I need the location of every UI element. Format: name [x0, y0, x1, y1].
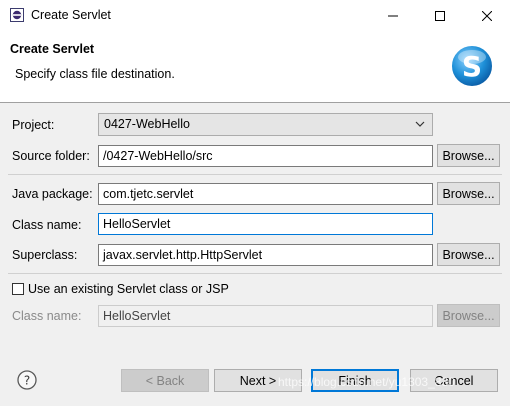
minimize-button[interactable] — [370, 0, 416, 31]
project-select[interactable]: 0427-WebHello — [98, 113, 433, 136]
superclass-field[interactable]: javax.servlet.http.HttpServlet — [98, 244, 433, 266]
java-package-field[interactable]: com.tjetc.servlet — [98, 183, 433, 205]
svg-text:?: ? — [24, 374, 30, 388]
watermark-text: https://blog.csdn.net/yu1303_830 — [278, 375, 455, 389]
class-name-field[interactable]: HelloServlet — [98, 213, 433, 235]
wizard-header: Create Servlet Specify class file destin… — [0, 31, 510, 103]
use-existing-label[interactable]: Use an existing Servlet class or JSP — [28, 282, 229, 296]
maximize-button[interactable] — [417, 0, 463, 31]
existing-class-browse-button: Browse... — [437, 304, 500, 327]
java-package-label: Java package: — [12, 187, 93, 201]
project-label: Project: — [12, 118, 55, 132]
wizard-description: Specify class file destination. — [15, 67, 175, 81]
project-selected-value: 0427-WebHello — [104, 117, 190, 131]
source-folder-label: Source folder: — [12, 149, 90, 163]
close-icon — [482, 10, 492, 21]
minimize-icon — [388, 15, 398, 16]
java-package-browse-button[interactable]: Browse... — [437, 182, 500, 205]
wizard-title: Create Servlet — [10, 42, 95, 56]
chevron-down-icon — [415, 121, 425, 127]
logo-letter: S — [462, 50, 482, 83]
section-divider — [8, 174, 502, 175]
help-button[interactable]: ? — [17, 370, 37, 390]
superclass-label: Superclass: — [12, 248, 78, 262]
superclass-browse-button[interactable]: Browse... — [437, 243, 500, 266]
source-folder-browse-button[interactable]: Browse... — [437, 144, 500, 167]
existing-class-name-field: HelloServlet — [98, 305, 433, 327]
back-button: < Back — [121, 369, 209, 392]
source-folder-field[interactable]: /0427-WebHello/src — [98, 145, 433, 167]
class-name-label: Class name: — [12, 218, 82, 232]
use-existing-checkbox[interactable] — [12, 283, 24, 295]
window-title: Create Servlet — [31, 8, 111, 22]
section-divider — [8, 273, 502, 274]
maximize-icon — [435, 10, 445, 21]
servlet-logo-icon: S — [450, 44, 494, 88]
existing-class-name-label: Class name: — [12, 309, 82, 323]
eclipse-app-icon — [10, 8, 24, 22]
close-button[interactable] — [464, 0, 510, 31]
help-icon: ? — [17, 370, 37, 390]
title-bar: Create Servlet — [0, 0, 510, 31]
